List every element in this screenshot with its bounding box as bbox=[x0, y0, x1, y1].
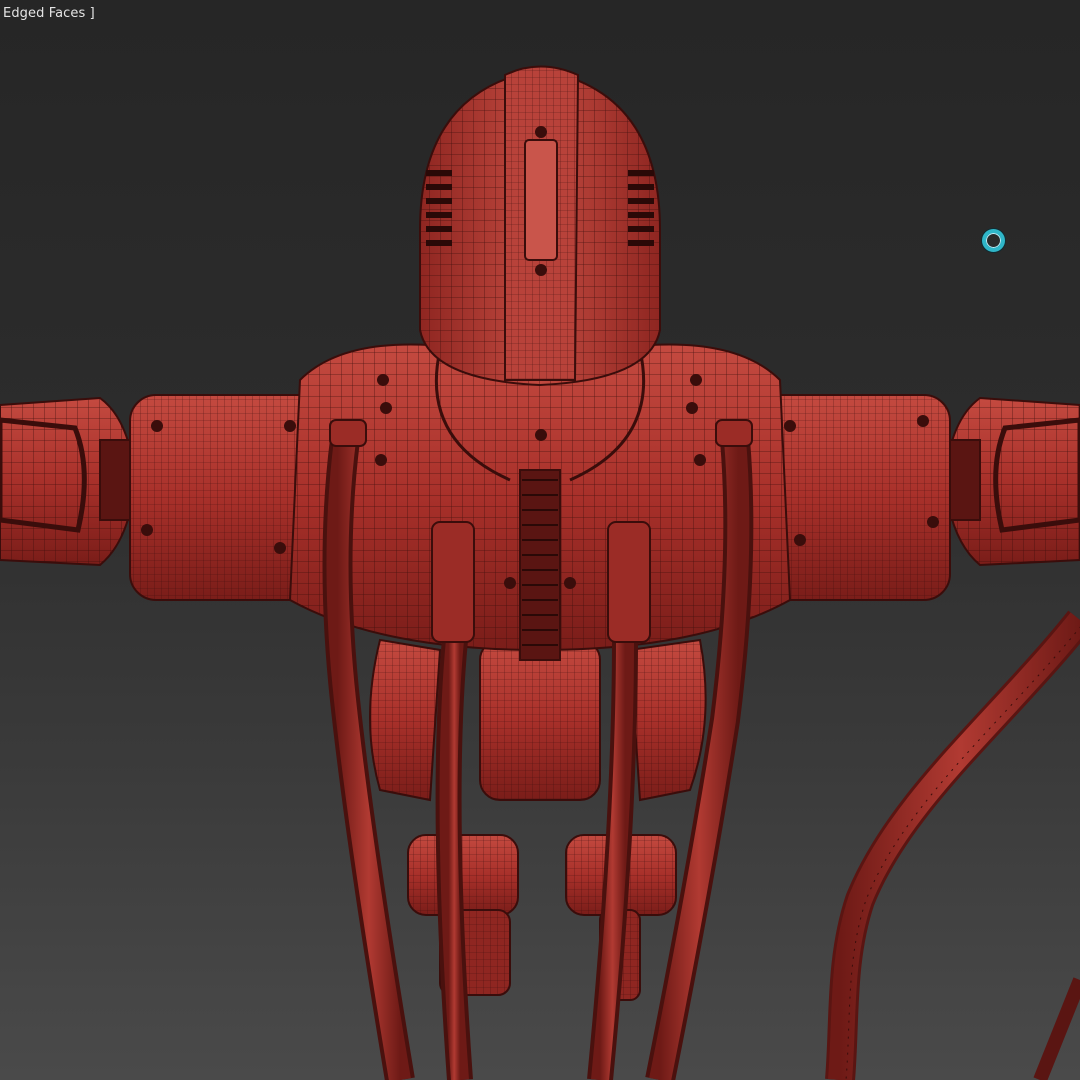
cable-right-rear bbox=[825, 610, 1080, 1080]
viewport-perspective[interactable]: Edged Faces ] bbox=[0, 0, 1080, 1080]
orbit-ring-icon[interactable] bbox=[982, 229, 1005, 252]
head bbox=[419, 65, 661, 387]
lower-body bbox=[369, 638, 707, 1001]
torso bbox=[288, 343, 792, 661]
robot-model-render[interactable] bbox=[0, 0, 1080, 1080]
viewport-shading-label[interactable]: Edged Faces ] bbox=[3, 6, 95, 21]
